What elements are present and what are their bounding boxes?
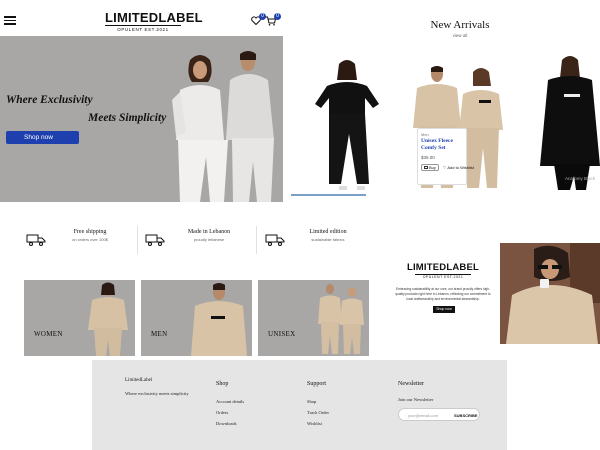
- brand-description: Embracing sustainability at our core, ou…: [395, 287, 491, 301]
- footer-support-heading: Support: [307, 381, 327, 387]
- category-label: UNISEX: [268, 330, 296, 338]
- feature-title: Free shipping: [73, 229, 107, 235]
- brand-lifestyle-image: [500, 243, 600, 344]
- hero-shop-now-button[interactable]: Shop now: [6, 131, 79, 144]
- logo-tagline: OPULENT EST.2021: [105, 25, 181, 32]
- menu-icon[interactable]: [4, 16, 16, 25]
- product-category: Men: [421, 132, 429, 137]
- feature-title: Made in Lebanon: [187, 229, 231, 235]
- footer-newsletter-text: Join our Newsletter: [398, 397, 434, 402]
- truck-icon: [265, 233, 285, 246]
- truck-icon: [145, 233, 165, 246]
- category-label: MEN: [151, 330, 168, 338]
- cart-icon: [424, 166, 428, 169]
- truck-icon: [26, 233, 46, 246]
- feature-subtitle: on orders over 100$: [72, 237, 108, 242]
- divider: [137, 226, 138, 254]
- product-image-black-coat[interactable]: [530, 54, 600, 194]
- brand-shop-now-button[interactable]: Shop now: [433, 306, 455, 313]
- logo-title: LIMITEDLABEL: [105, 10, 203, 25]
- new-arrivals-title: New Arrivals: [430, 19, 490, 31]
- category-image-unisex: [318, 284, 364, 354]
- newsletter-email-placeholder: your@email.com: [408, 412, 439, 418]
- cart-count-badge: 0: [274, 13, 281, 20]
- product-image-black-set[interactable]: [305, 60, 385, 192]
- footer-brand-tagline: Where exclusivity meets simplicity: [125, 391, 189, 396]
- hero-banner: Where Exclusivity Meets Simplicity Shop …: [0, 36, 283, 202]
- feature-free-shipping: Free shipping on orders over 100$: [60, 229, 120, 253]
- product-name[interactable]: Unisex Fleece Comfy Set: [421, 138, 463, 152]
- footer-newsletter-heading: Newsletter: [398, 381, 424, 387]
- category-card-unisex[interactable]: UNISEX: [258, 280, 369, 356]
- brand-logo[interactable]: LIMITEDLABEL OPULENT EST.2021: [105, 10, 203, 32]
- newsletter-email-field[interactable]: your@email.com SUBSCRIBE: [398, 408, 480, 421]
- feature-subtitle: proudly lebanese: [193, 237, 225, 242]
- footer-link-wishlist[interactable]: Wishlist: [307, 421, 322, 426]
- buy-button-label: Buy: [429, 165, 436, 170]
- newsletter-subscribe-button[interactable]: SUBSCRIBE: [454, 413, 478, 418]
- footer: [92, 360, 507, 450]
- footer-brand-name: LimitedLabel: [125, 378, 153, 383]
- new-arrivals-view-all-link[interactable]: view all: [420, 33, 500, 38]
- hero-models-image: [172, 51, 274, 202]
- brand-panel-logo-tagline: OPULENT EST.2021: [415, 274, 471, 279]
- heart-icon: ♡: [442, 165, 447, 170]
- footer-shop-heading: Shop: [216, 381, 229, 387]
- category-image-women: [88, 282, 128, 356]
- category-image-men: [191, 283, 247, 356]
- footer-link-shop[interactable]: Shop: [307, 399, 316, 404]
- footer-link-track-order[interactable]: Track Order: [307, 410, 329, 415]
- category-label: WOMEN: [34, 330, 63, 338]
- product-price: $36.00: [421, 155, 435, 160]
- feature-subtitle: sustainable fabrics: [311, 237, 345, 242]
- brand-panel-logo-title: LIMITEDLABEL: [406, 262, 480, 273]
- buy-button[interactable]: Buy: [421, 164, 439, 171]
- feature-limited-edition: Limited edition sustainable fabrics: [297, 229, 359, 253]
- footer-link-downloads[interactable]: Downloads: [216, 421, 237, 426]
- divider: [256, 226, 257, 254]
- product-name-partial: Anatomy Black: [565, 176, 596, 181]
- footer-link-orders[interactable]: Orders: [216, 410, 228, 415]
- feature-made-in-lebanon: Made in Lebanon proudly lebanese: [176, 229, 242, 253]
- add-to-wishlist-link[interactable]: ♡ Add to Wishlist: [443, 165, 474, 170]
- add-to-wishlist-label: Add to Wishlist: [447, 165, 474, 170]
- category-card-women[interactable]: WOMEN: [24, 280, 135, 356]
- footer-link-account-details[interactable]: Account details: [216, 399, 244, 404]
- hero-heading-line1: Where Exclusivity: [6, 94, 93, 106]
- product-underline: [291, 194, 366, 196]
- brand-panel: LIMITEDLABEL OPULENT EST.2021 Embracing …: [388, 262, 498, 302]
- hero-heading-line2: Meets Simplicity: [88, 112, 167, 124]
- category-card-men[interactable]: MEN: [141, 280, 252, 356]
- product-quick-view-card[interactable]: Men Unisex Fleece Comfy Set $36.00 Buy ♡…: [417, 128, 474, 185]
- feature-title: Limited edition: [309, 229, 347, 235]
